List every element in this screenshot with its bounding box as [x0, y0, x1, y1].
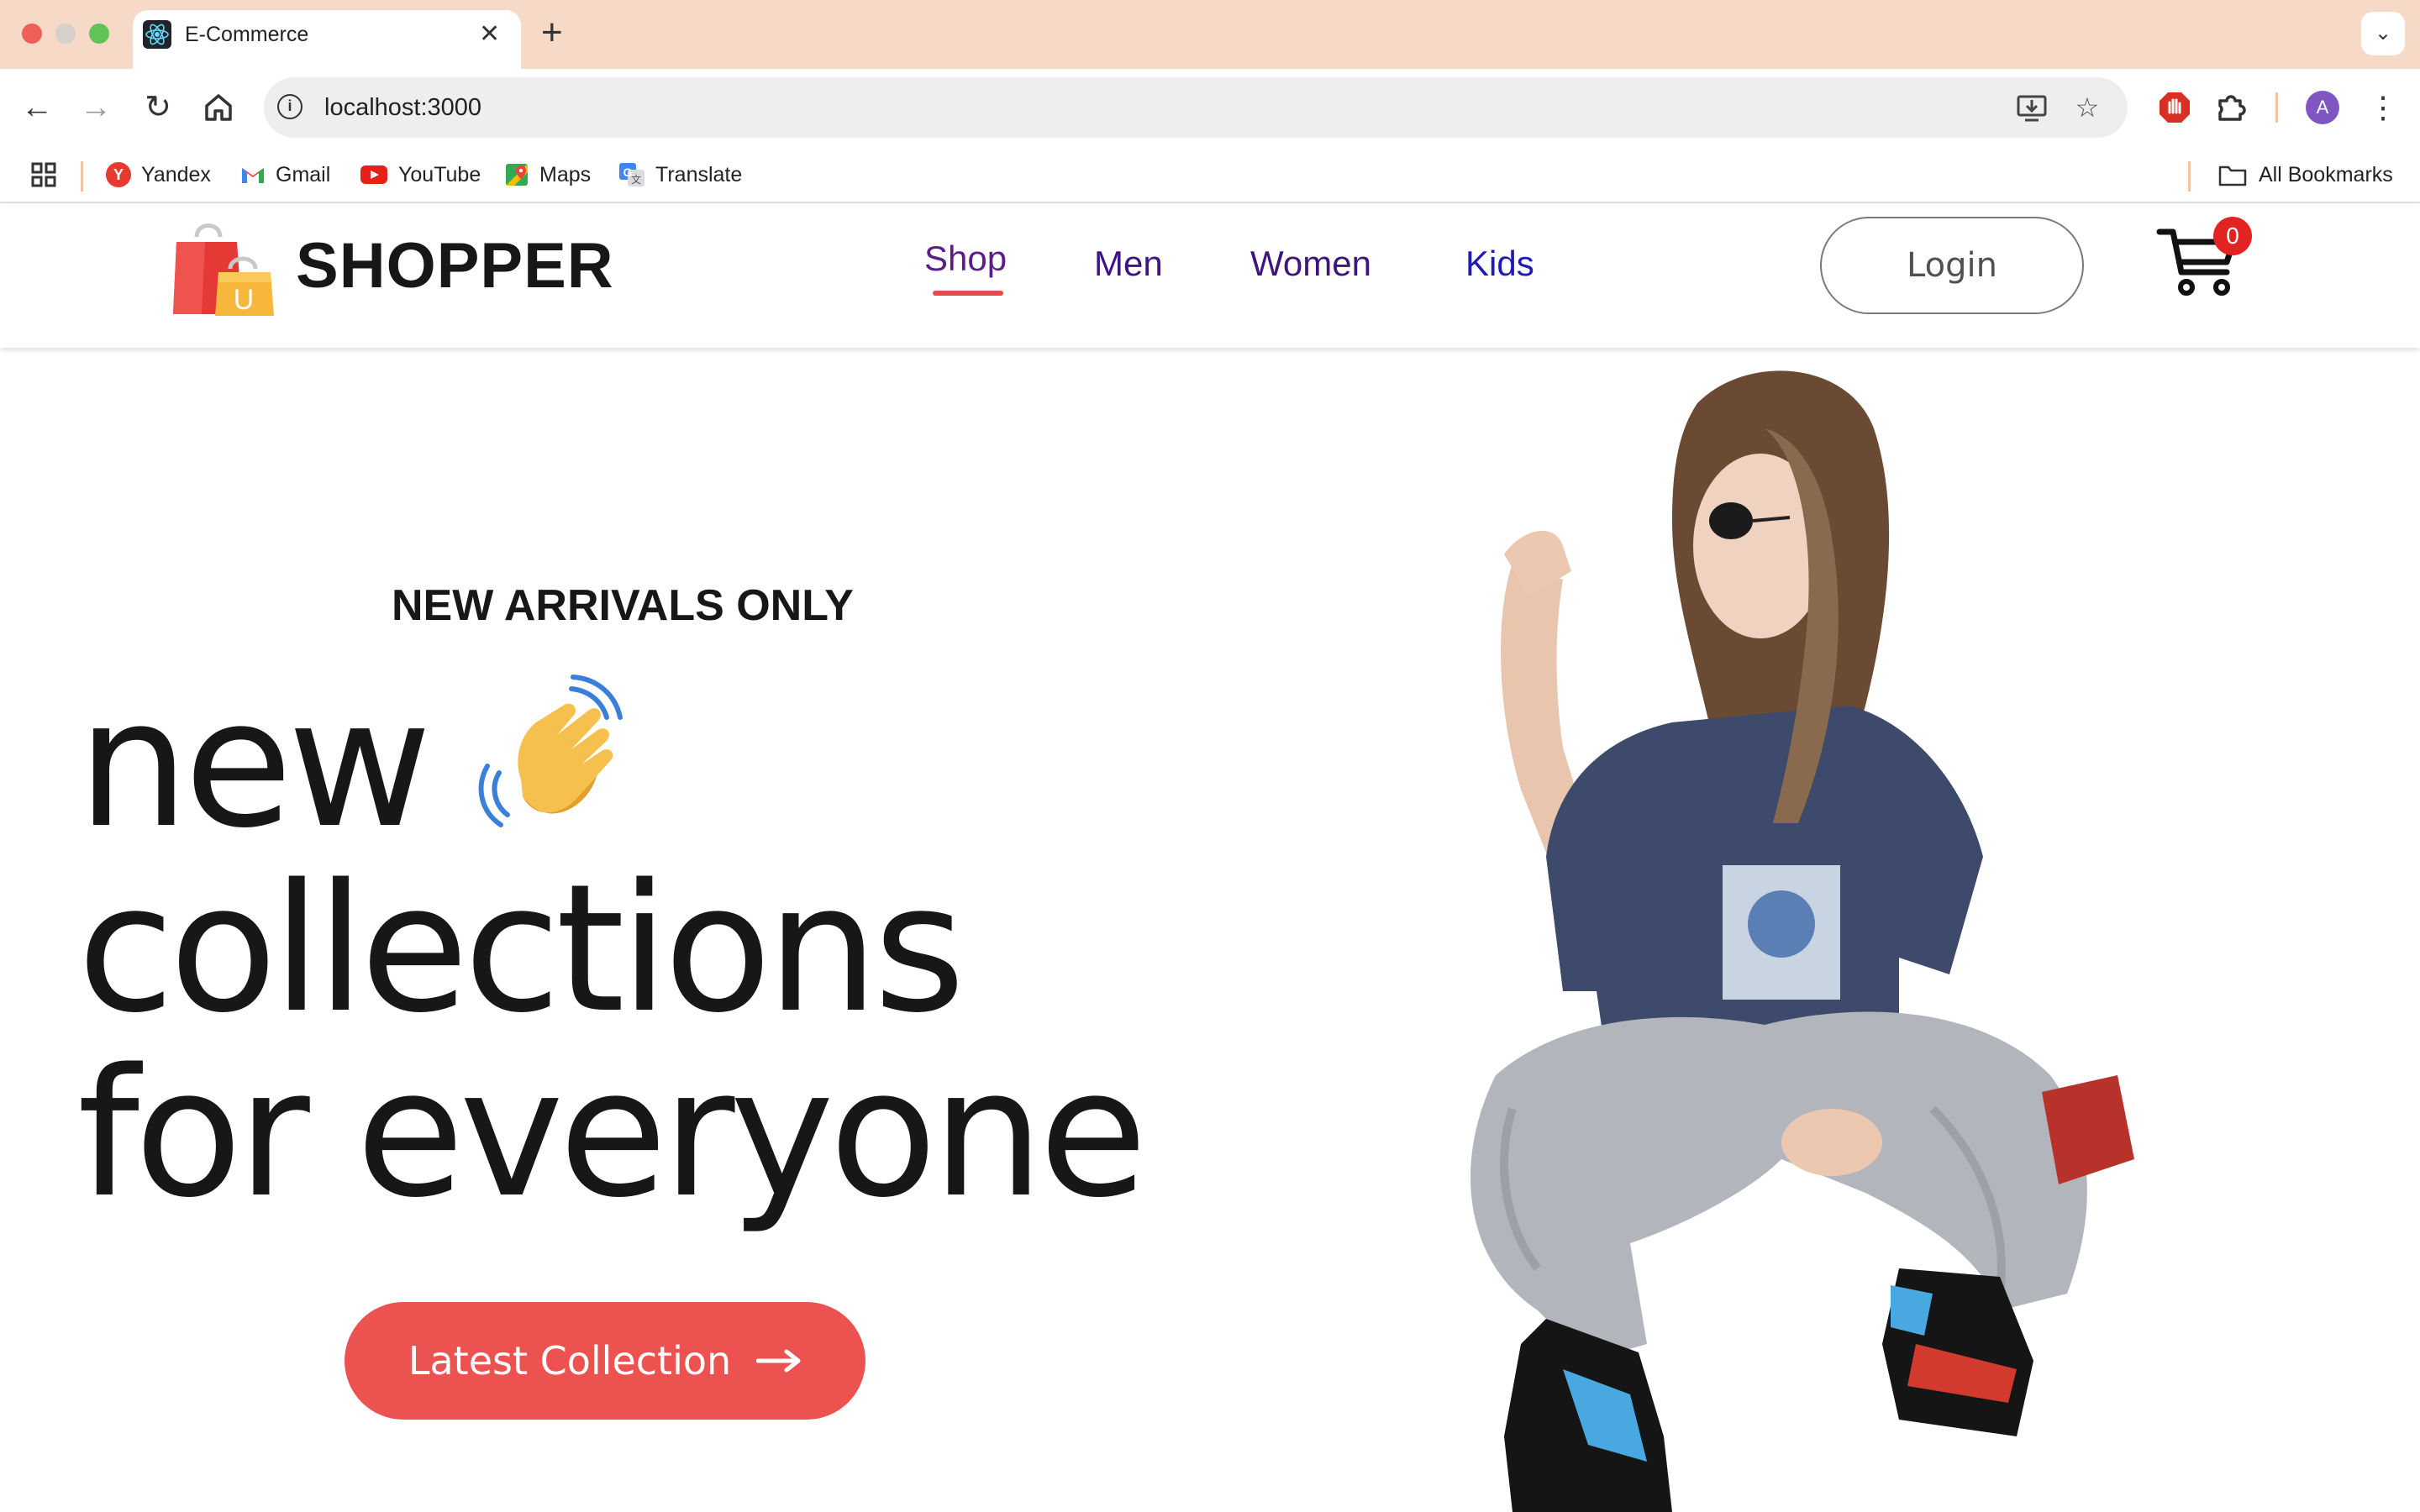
bookmark-youtube[interactable]: YouTube [360, 158, 481, 192]
back-arrow-icon[interactable]: ← [17, 87, 57, 128]
site-logo-text[interactable]: SHOPPER [296, 228, 614, 304]
bookmark-label: Translate [655, 162, 743, 186]
nav-kids[interactable]: Kids [1465, 239, 1534, 289]
arrow-right-icon [756, 1349, 801, 1373]
window-zoom-button[interactable] [89, 24, 109, 44]
new-tab-button[interactable]: + [541, 12, 563, 54]
nav-shop[interactable]: Shop [924, 234, 1007, 284]
address-bar[interactable] [264, 77, 2128, 138]
reload-icon[interactable]: ↻ [138, 87, 178, 128]
bookmark-maps[interactable]: Maps [504, 158, 591, 192]
tab-search-chevron-icon[interactable]: ⌄ [2361, 12, 2405, 55]
install-app-icon[interactable] [2013, 89, 2050, 126]
maps-icon [506, 164, 528, 186]
hero-headline-line2: collections [77, 846, 965, 1052]
tab-title: E-Commerce [185, 23, 309, 46]
profile-avatar[interactable]: A [2306, 91, 2339, 124]
cart-count-badge: 0 [2213, 217, 2252, 255]
nav-women[interactable]: Women [1250, 239, 1371, 289]
shopping-bag-logo-icon: U [173, 223, 274, 316]
svg-text:U: U [234, 284, 255, 316]
window-minimize-button[interactable] [55, 24, 76, 44]
bookmark-label: YouTube [398, 162, 481, 186]
waving-hand-icon [478, 675, 623, 827]
cta-label: Latest Collection [408, 1338, 732, 1383]
bookmark-gmail[interactable]: Gmail [240, 158, 330, 192]
all-bookmarks-label: All Bookmarks [2259, 162, 2393, 186]
hero-headline-line3: for everyone [77, 1031, 1148, 1236]
address-url[interactable]: localhost:3000 [324, 91, 481, 124]
window-close-button[interactable] [22, 24, 42, 44]
bookmarks-separator [2188, 161, 2191, 192]
tab-close-icon[interactable]: ✕ [479, 18, 500, 50]
nav-men[interactable]: Men [1094, 239, 1163, 289]
yandex-icon: Y [106, 162, 131, 187]
forward-arrow-icon[interactable]: → [76, 87, 116, 128]
youtube-icon [360, 165, 387, 184]
login-button[interactable]: Login [1820, 217, 2084, 314]
hero-model-image [1470, 370, 2134, 1512]
translate-icon: G 文 [619, 163, 644, 186]
bookmark-label: Yandex [141, 162, 211, 186]
hero-headline-line1: new [77, 661, 432, 867]
extensions-puzzle-icon[interactable] [2212, 87, 2252, 128]
hero-kicker: NEW ARRIVALS ONLY [392, 581, 854, 630]
bookmark-label: Maps [539, 162, 592, 186]
bookmark-star-icon[interactable]: ☆ [2069, 89, 2106, 126]
latest-collection-button[interactable]: Latest Collection [345, 1302, 865, 1420]
toolbar-separator [2275, 92, 2278, 123]
home-icon[interactable] [198, 87, 239, 128]
adblock-extension-icon[interactable] [2154, 87, 2195, 128]
apps-grid-icon[interactable] [30, 161, 57, 188]
bookmark-label: Gmail [276, 162, 331, 186]
gmail-icon [242, 168, 264, 183]
nav-active-indicator [933, 291, 1003, 296]
browser-menu-icon[interactable]: ⋮ [2366, 87, 2400, 128]
bookmark-translate[interactable]: G 文 Translate [618, 158, 742, 192]
folder-icon [2218, 165, 2247, 186]
react-icon [143, 20, 171, 49]
site-info-icon[interactable]: i [277, 94, 302, 119]
all-bookmarks-button[interactable]: All Bookmarks [2218, 158, 2393, 192]
bookmark-yandex[interactable]: Y Yandex [106, 158, 211, 192]
bookmarks-separator [81, 161, 83, 192]
svg-text:文: 文 [631, 173, 641, 186]
